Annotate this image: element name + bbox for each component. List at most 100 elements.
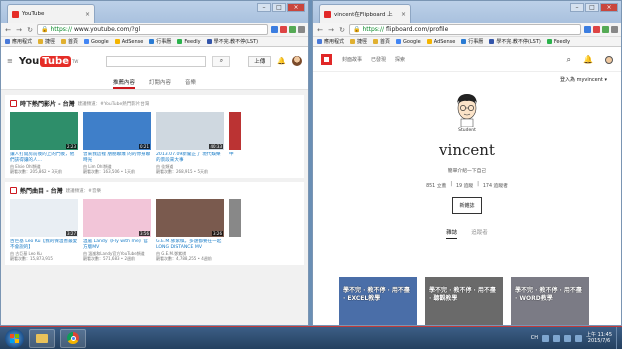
input-method-icon[interactable] [542, 334, 549, 342]
video-thumbnail[interactable]: 2:23 [10, 112, 78, 150]
close-tab-icon[interactable]: × [85, 11, 90, 18]
extension-icon[interactable] [602, 26, 609, 33]
video-thumbnail[interactable] [229, 112, 241, 150]
upload-button[interactable]: 上傳 [248, 55, 272, 67]
bookmark-item[interactable]: 首頁 [373, 38, 390, 45]
clock[interactable]: 上午 11:45 2015/7/6 [586, 332, 612, 344]
video-title[interactable]: 曾來我這裡 朋朋聯爆 的的你身聯時光 [83, 152, 151, 164]
reload-icon[interactable]: ↻ [26, 26, 34, 34]
address-bar[interactable]: 🔒 https:// www.youtube.com/?gl [37, 24, 268, 35]
bookmark-item[interactable]: AdSense [114, 39, 143, 45]
forward-icon[interactable]: → [15, 26, 23, 34]
flipboard-logo[interactable] [321, 54, 332, 65]
video-card[interactable]: 3:27 古巨基 Leo Ku【我的保溫善最愛不會說的】由 古巨基 Leo Ku … [10, 199, 78, 261]
youtube-logo[interactable]: You Tube TW [19, 55, 78, 67]
show-desktop-button[interactable] [616, 327, 622, 349]
extension-icon[interactable] [280, 26, 287, 33]
bookmark-item[interactable]: 學不完.教不停(LST) [489, 38, 541, 45]
start-button[interactable] [5, 328, 24, 348]
bookmark-item[interactable]: AdSense [426, 39, 455, 45]
tab-subscriptions[interactable]: 訂閱內容 [149, 74, 171, 89]
extension-icon[interactable] [584, 26, 591, 33]
minimize-button[interactable]: – [570, 3, 584, 12]
bookmark-item[interactable]: 首頁 [61, 38, 78, 45]
bookmark-item[interactable]: Google [396, 39, 421, 45]
taskbar-chrome-button[interactable] [60, 328, 86, 348]
stat-followers[interactable]: 174 追蹤者 [483, 182, 508, 189]
browser-window-youtube[interactable]: YouTube × – □ × ← → ↻ 🔒 https:// www.you… [0, 0, 309, 326]
tab-recommended[interactable]: 推薦內容 [112, 74, 135, 89]
search-button[interactable]: ⌕ [212, 55, 231, 67]
profile-user-icon[interactable] [605, 55, 613, 64]
extension-icon[interactable] [271, 26, 278, 33]
bookmark-item[interactable]: 捷徑 [38, 38, 55, 45]
notifications-bell-icon[interactable]: 🔔 [277, 57, 286, 65]
flag-icon[interactable] [575, 334, 582, 342]
hamburger-menu-icon[interactable]: ≡ [7, 57, 13, 65]
video-thumbnail[interactable]: 3:27 [10, 199, 78, 237]
extension-icon[interactable] [593, 26, 600, 33]
maximize-button[interactable]: □ [585, 3, 599, 12]
tab-flipboard[interactable]: vincent在Flipboard 上 × [319, 4, 411, 23]
reload-icon[interactable]: ↻ [338, 26, 346, 34]
search-input[interactable] [106, 55, 207, 67]
volume-icon[interactable] [564, 334, 571, 342]
video-card[interactable]: 3:56 溫嵐 Landy《Fly with me》官方版MV 由 溫嵐和Landy… [83, 199, 151, 261]
taskbar-explorer-button[interactable] [29, 328, 55, 348]
bookmark-item[interactable]: Feedly [546, 39, 570, 45]
tab-magazines[interactable]: 雜誌 [446, 228, 458, 239]
nav-cover-stories[interactable]: 封面故事 [342, 56, 362, 63]
bookmark-item[interactable]: 學不完.教不停(LST) [206, 38, 258, 45]
bookmark-item[interactable]: 應用程式 [317, 38, 344, 45]
video-thumbnail[interactable]: 0:21 [83, 112, 151, 150]
minimize-button[interactable]: – [257, 3, 271, 12]
video-thumbnail[interactable]: 3:56 [83, 199, 151, 237]
video-card[interactable]: 中 [229, 112, 241, 174]
video-title[interactable]: 讓人打開房前後的上的門後，他們該得讓的人… [10, 152, 78, 164]
nav-discovered[interactable]: 已發現 [371, 56, 386, 63]
video-thumbnail[interactable] [229, 199, 241, 237]
video-title[interactable]: 中 [229, 152, 241, 164]
bookmark-item[interactable]: 行事曆 [461, 38, 483, 45]
menu-icon[interactable] [298, 26, 305, 33]
browser-window-flipboard[interactable]: vincent在Flipboard 上 × – □ × ← → ↻ 🔒 http… [312, 0, 622, 326]
magazine-card[interactable]: 學不完 · 教不停 · 用不盡 · 聽觀教學 [425, 277, 503, 325]
stat-following[interactable]: 19 追蹤 [456, 182, 473, 189]
shelf-title[interactable]: 時下熱門影片 - 台灣 [20, 99, 75, 108]
magazine-card[interactable]: 學不完 · 教不停 · 用不盡 · EXCEL教學 [339, 277, 417, 325]
logged-in-as[interactable]: 登入為 myvincent ▾ [313, 72, 621, 87]
back-icon[interactable]: ← [316, 26, 324, 34]
language-indicator[interactable]: CH [531, 335, 538, 341]
back-icon[interactable]: ← [4, 26, 12, 34]
shelf-title[interactable]: 熱門曲目 - 台灣 [20, 186, 63, 195]
video-thumbnail[interactable]: 40:33 [156, 112, 224, 150]
nav-explore[interactable]: 探索 [395, 56, 405, 63]
video-title[interactable]: 2013.07.09新聞正了 現代娛樂的景段來大事 [156, 152, 224, 164]
video-title[interactable]: 溫嵐 Landy《Fly with me》官方版MV [83, 239, 151, 251]
video-thumbnail[interactable]: 3:26 [156, 199, 224, 237]
stat-flips[interactable]: 851 立蓋 [426, 182, 446, 189]
search-icon[interactable]: ⌕ [567, 55, 571, 65]
video-title[interactable] [229, 239, 241, 251]
tab-followers[interactable]: 追蹤者 [471, 228, 488, 239]
magazine-card[interactable]: 學不完 · 教不停 · 用不盡 · WORD教學 [511, 277, 589, 325]
bookmark-item[interactable]: Google [84, 39, 109, 45]
video-card[interactable]: 0:21 曾來我這裡 朋朋聯爆 的的你身聯時光由 Lim Ohl頻道 觀看次數：1… [83, 112, 151, 174]
maximize-button[interactable]: □ [272, 3, 286, 12]
bookmark-item[interactable]: 行事曆 [149, 38, 171, 45]
video-title[interactable]: 古巨基 Leo Ku【我的保溫善最愛不會說的】 [10, 239, 78, 251]
network-icon[interactable] [553, 334, 560, 342]
new-magazine-button[interactable]: 新雜誌 [452, 197, 482, 214]
video-card[interactable] [229, 199, 241, 261]
close-window-button[interactable]: × [287, 3, 305, 12]
video-title[interactable]: G.E.M.鄧紫棋，多遠都要在一起 LONG DISTANCE MV [156, 239, 224, 251]
video-card[interactable]: 40:33 2013.07.09新聞正了 現代娛樂的景段來大事由 佳頻道 觀看次數… [156, 112, 224, 174]
video-card[interactable]: 3:26 G.E.M.鄧紫棋，多遠都要在一起 LONG DISTANCE MV 由 … [156, 199, 224, 261]
close-window-button[interactable]: × [600, 3, 618, 12]
close-tab-icon[interactable]: × [401, 11, 406, 18]
video-card[interactable]: 2:23 讓人打開房前後的上的門後，他們該得讓的人… 由 Elsie Ohl頻道 觀… [10, 112, 78, 174]
menu-icon[interactable] [611, 26, 618, 33]
tab-youtube[interactable]: YouTube × [7, 4, 95, 23]
avatar[interactable] [292, 56, 302, 66]
extension-icon[interactable] [289, 26, 296, 33]
